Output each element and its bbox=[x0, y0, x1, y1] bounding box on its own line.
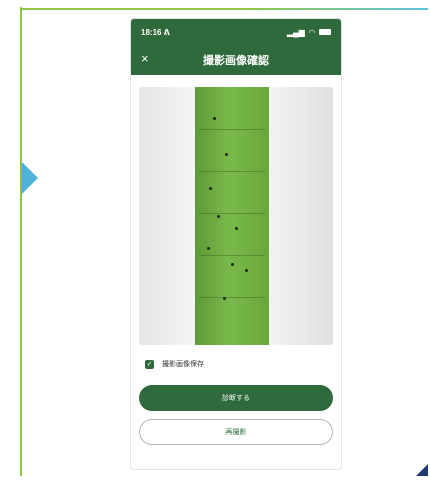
nav-bar: × 撮影画像確認 bbox=[131, 45, 341, 75]
status-bar: 18:16 ᕕ ▂▄▆ ◠ bbox=[131, 19, 341, 45]
corner-mark bbox=[416, 464, 428, 476]
retake-button[interactable]: 再撮影 bbox=[139, 419, 333, 445]
signal-icon: ▂▄▆ bbox=[286, 27, 305, 37]
checkbox-label: 撮影画像保存 bbox=[162, 361, 204, 368]
checkbox[interactable]: ✓ bbox=[145, 359, 154, 369]
close-icon[interactable]: × bbox=[141, 51, 149, 66]
page-title: 撮影画像確認 bbox=[203, 55, 269, 67]
phone-screen: 18:16 ᕕ ▂▄▆ ◠ × 撮影画像確認 ✓ 撮影画像保存 診断する 再撮影 bbox=[130, 18, 342, 470]
save-image-option[interactable]: ✓ 撮影画像保存 bbox=[145, 359, 204, 369]
captured-photo bbox=[139, 87, 333, 345]
arrow-icon bbox=[22, 162, 38, 194]
status-time: 18:16 ᕕ bbox=[141, 27, 170, 37]
diagnose-button[interactable]: 診断する bbox=[139, 385, 333, 411]
status-icons: ▂▄▆ ◠ bbox=[287, 28, 331, 37]
leaf-image bbox=[195, 87, 269, 345]
battery-icon bbox=[319, 29, 331, 35]
wifi-icon: ◠ bbox=[308, 27, 315, 37]
